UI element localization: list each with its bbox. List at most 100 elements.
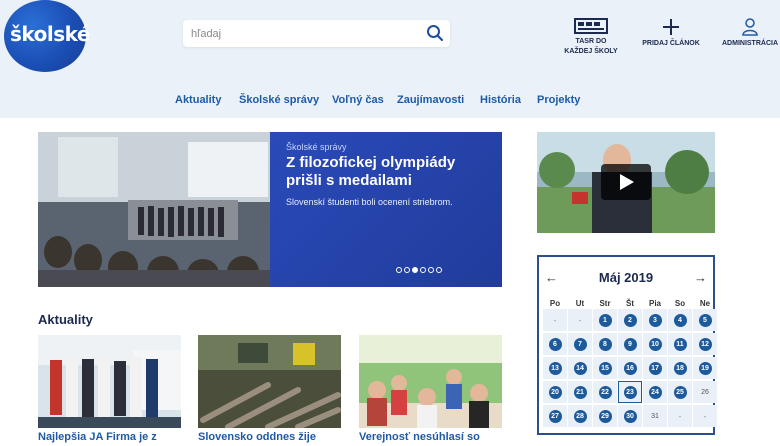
nav-item-volny-cas[interactable]: Voľný čas — [332, 94, 384, 106]
calendar-day-number[interactable]: 10 — [648, 337, 662, 351]
calendar-day-number[interactable]: 13 — [548, 361, 562, 375]
site-logo[interactable]: školské — [4, 0, 91, 72]
calendar-day-number[interactable]: 6 — [548, 337, 562, 351]
calendar-day[interactable]: 3 — [643, 309, 667, 331]
calendar-day[interactable]: 1 — [593, 309, 617, 331]
calendar-day-number[interactable]: 24 — [648, 385, 662, 399]
calendar-day-number[interactable]: 1 — [598, 313, 612, 327]
calendar-day-number[interactable]: 21 — [573, 385, 587, 399]
calendar-day[interactable]: 18 — [668, 357, 692, 379]
calendar-day-number[interactable]: 30 — [623, 409, 637, 423]
calendar-day-number[interactable]: 12 — [698, 337, 712, 351]
slider-dot-5[interactable] — [428, 267, 434, 273]
calendar-day-number[interactable]: 17 — [648, 361, 662, 375]
calendar-day-number: 26 — [701, 388, 709, 396]
calendar-day-number[interactable]: 14 — [573, 361, 587, 375]
search-icon[interactable] — [426, 24, 444, 42]
calendar-dayname: So — [674, 299, 686, 308]
slider-dot-3[interactable] — [412, 267, 418, 273]
calendar-day-number[interactable]: 3 — [648, 313, 662, 327]
calendar-day[interactable]: 19 — [693, 357, 717, 379]
video-player[interactable] — [537, 132, 715, 233]
calendar-header: ← Máj 2019 → — [539, 269, 713, 287]
calendar-day[interactable]: 20 — [543, 381, 567, 403]
calendar-day[interactable]: 8 — [593, 333, 617, 355]
calendar-day[interactable]: 5 — [693, 309, 717, 331]
plus-icon — [663, 19, 679, 35]
calendar-day[interactable]: 24 — [643, 381, 667, 403]
calendar-day-number[interactable]: 27 — [548, 409, 562, 423]
news-card[interactable]: Najlepšia JA Firma je z — [38, 335, 181, 446]
news-card-title[interactable]: Najlepšia JA Firma je z — [38, 431, 157, 443]
calendar-day[interactable]: 7 — [568, 333, 592, 355]
calendar-day[interactable]: 27 — [543, 405, 567, 427]
calendar-day[interactable]: 28 — [568, 405, 592, 427]
hero-category[interactable]: Školské správy — [286, 142, 347, 152]
news-card[interactable]: Slovensko oddnes žije — [198, 335, 341, 446]
news-card-title[interactable]: Verejnosť nesúhlasí so — [359, 431, 480, 443]
calendar-day[interactable]: 10 — [643, 333, 667, 355]
calendar-day-number[interactable]: 16 — [623, 361, 637, 375]
calendar-day-number[interactable]: 23 — [623, 385, 637, 399]
nav-item-zaujimavosti[interactable]: Zaujímavosti — [397, 94, 464, 106]
hero-slider[interactable]: Školské správy Z filozofickej olympiády … — [38, 132, 502, 287]
calendar-day[interactable]: 14 — [568, 357, 592, 379]
calendar-day[interactable]: 11 — [668, 333, 692, 355]
admin-link[interactable]: ADMINISTRÁCIA — [720, 18, 780, 49]
news-card-title[interactable]: Slovensko oddnes žije — [198, 431, 316, 443]
calendar-day[interactable]: 12 — [693, 333, 717, 355]
calendar-dayname: Po — [549, 299, 561, 308]
calendar-day-number[interactable]: 9 — [623, 337, 637, 351]
logo-text: školské — [10, 22, 91, 46]
slider-dot-4[interactable] — [420, 267, 426, 273]
calendar-dayname: Ut — [575, 299, 585, 308]
nav-item-aktuality[interactable]: Aktuality — [175, 94, 221, 106]
slider-dot-1[interactable] — [396, 267, 402, 273]
calendar-day[interactable]: 9 — [618, 333, 642, 355]
calendar-day-number[interactable]: 22 — [598, 385, 612, 399]
hero-photo — [38, 132, 270, 287]
calendar-day[interactable]: 6 — [543, 333, 567, 355]
calendar-day-number[interactable]: 7 — [573, 337, 587, 351]
calendar-day[interactable]: 15 — [593, 357, 617, 379]
section-title-aktuality: Aktuality — [38, 312, 93, 327]
tasr-link[interactable]: TASR DO KAŽDEJ ŠKOLY — [560, 18, 622, 57]
calendar-next-button[interactable]: → — [694, 270, 707, 285]
play-icon[interactable] — [601, 164, 651, 200]
slider-dot-6[interactable] — [436, 267, 442, 273]
calendar-day-number[interactable]: 20 — [548, 385, 562, 399]
calendar-day-number[interactable]: 25 — [673, 385, 687, 399]
calendar-day-number[interactable]: 29 — [598, 409, 612, 423]
user-icon — [742, 18, 758, 36]
calendar-day[interactable]: 4 — [668, 309, 692, 331]
calendar-day[interactable]: 29 — [593, 405, 617, 427]
calendar-day[interactable]: 23 — [618, 381, 642, 403]
calendar-day[interactable]: 22 — [593, 381, 617, 403]
calendar-day-number[interactable]: 2 — [623, 313, 637, 327]
calendar-day-number[interactable]: 11 — [673, 337, 687, 351]
slider-dot-2[interactable] — [404, 267, 410, 273]
calendar-day[interactable]: 2 — [618, 309, 642, 331]
nav-item-skolske-spravy[interactable]: Školské správy — [239, 94, 319, 106]
add-article-link[interactable]: PRIDAJ ČLÁNOK — [640, 18, 702, 49]
tasr-label-line2: KAŽDEJ ŠKOLY — [564, 48, 618, 55]
calendar-day-number[interactable]: 19 — [698, 361, 712, 375]
calendar-day-number[interactable]: 8 — [598, 337, 612, 351]
calendar-day[interactable]: 21 — [568, 381, 592, 403]
nav-item-historia[interactable]: História — [480, 94, 521, 106]
calendar-day-number[interactable]: 28 — [573, 409, 587, 423]
calendar-day[interactable]: 25 — [668, 381, 692, 403]
calendar-day-number[interactable]: 5 — [698, 313, 712, 327]
calendar-day: - — [543, 309, 567, 331]
calendar-day[interactable]: 30 — [618, 405, 642, 427]
hero-title[interactable]: Z filozofickej olympiády prišli s medail… — [286, 154, 491, 190]
calendar-day-number[interactable]: 4 — [673, 313, 687, 327]
nav-item-projekty[interactable]: Projekty — [537, 94, 580, 106]
calendar-day-number[interactable]: 15 — [598, 361, 612, 375]
calendar-day[interactable]: 16 — [618, 357, 642, 379]
calendar-day[interactable]: 17 — [643, 357, 667, 379]
news-card[interactable]: Verejnosť nesúhlasí so — [359, 335, 502, 446]
search-input[interactable] — [191, 25, 411, 42]
calendar-day-number[interactable]: 18 — [673, 361, 687, 375]
calendar-day[interactable]: 13 — [543, 357, 567, 379]
